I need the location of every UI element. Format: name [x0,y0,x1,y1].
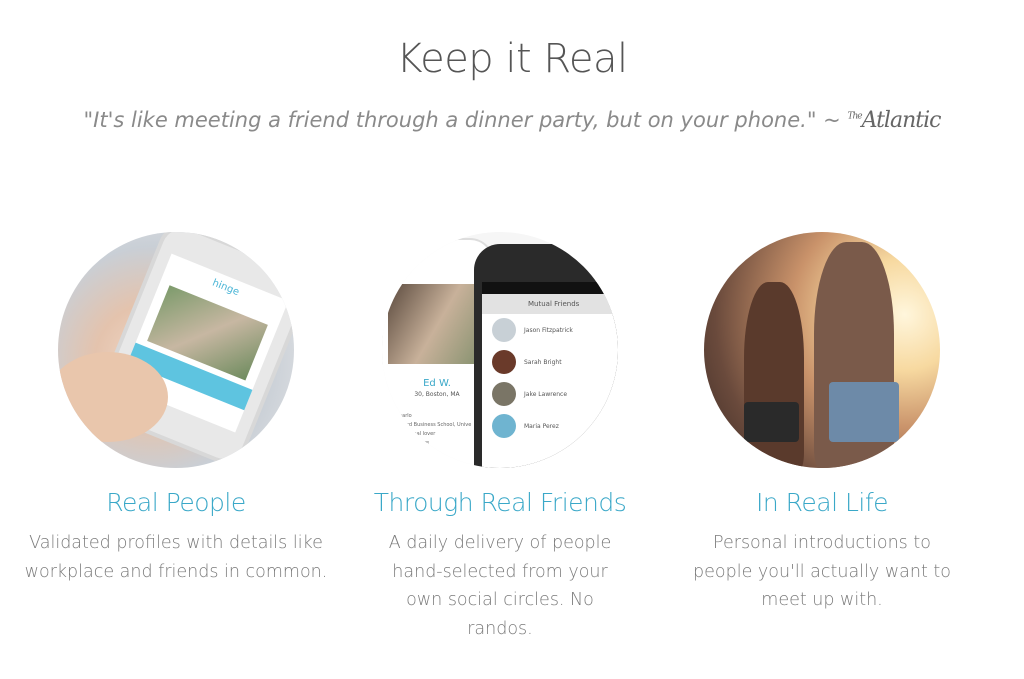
quote-text: "It's like meeting a friend through a di… [83,108,841,132]
real-friends-image: Ed W. 30, Boston, MA Tamarlo Harvard Bus… [382,232,618,468]
feature-title: Through Real Friends [373,488,627,517]
feature-description: Personal introductions to people you'll … [693,533,951,610]
real-life-image [704,232,940,468]
feature-description: Validated profiles with details like wor… [24,533,328,582]
friend-item: Jake Lawrence [482,378,618,410]
real-people-image: hinge [58,232,294,468]
page-title: Keep it Real [396,36,628,82]
friend-item: Sarah Bright [482,346,618,378]
press-quote: "It's like meeting a friend through a di… [0,108,1024,133]
feature-real-people: Real People Validated profiles with deta… [16,488,336,586]
feature-title: Real People [106,488,246,517]
android-mutual-friends-mockup: 75% Mutual Friends Jason Fitzpatrick Sar… [474,244,618,468]
mutual-friends-header: Mutual Friends [482,294,618,314]
friend-item: Jason Fitzpatrick [482,314,618,346]
feature-real-friends: Through Real Friends A daily delivery of… [340,488,660,643]
friend-item: Maria Perez [482,410,618,442]
feature-title: In Real Life [755,488,889,517]
feature-real-life: In Real Life Personal introductions to p… [662,488,982,615]
the-atlantic-logo: TheAtlantic [847,108,941,133]
feature-description: A daily delivery of people hand-selected… [388,533,612,639]
